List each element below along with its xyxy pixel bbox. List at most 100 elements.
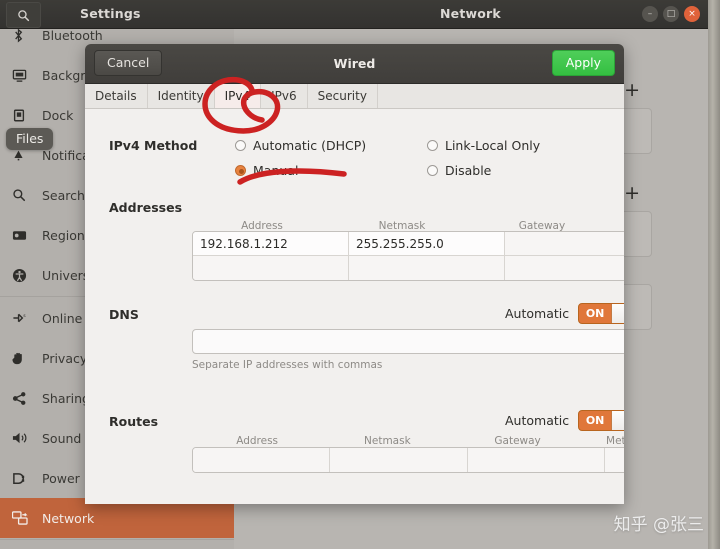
online-accounts-icon: s [12,311,38,325]
sidebar-item-network[interactable]: Network [0,498,234,538]
speaker-icon [12,431,38,445]
radio-manual[interactable]: Manual [235,158,366,183]
window-titlebar: Settings Network – □ × [0,0,708,29]
radio-circle-icon [235,165,246,176]
toggle-state-label: ON [585,307,605,320]
dns-section-title: DNS [109,307,139,322]
toggle-state-label: ON [585,414,605,427]
route-metric-input[interactable] [605,448,624,472]
desktop-right-strip [708,0,720,549]
power-plug-icon [12,471,38,486]
network-panel-title: Network [440,6,501,21]
table-row[interactable]: ✕ [193,448,624,472]
routes-automatic-label: Automatic [505,413,570,428]
toggle-knob [611,411,624,430]
sidebar-item-label: Search [42,187,85,203]
radio-label: Link-Local Only [445,138,541,153]
routes-column-headers: Address Netmask Gateway Metric [192,435,624,447]
routes-automatic-toggle[interactable]: ON [578,410,624,431]
sidebar-item-label: Power [42,470,80,486]
settings-window-title: Settings [80,6,141,21]
sidebar-item-label: Dock [42,107,74,123]
search-icon [12,188,38,202]
dns-automatic-label: Automatic [505,306,570,321]
tab-security[interactable]: Security [308,84,378,108]
background-icon [12,68,38,83]
toggle-knob [611,304,624,323]
addresses-section-title: Addresses [109,200,183,215]
netmask-input[interactable]: 255.255.255.0 [349,232,505,255]
ipv4-method-label: IPv4 Method [109,138,198,153]
address-input[interactable] [193,256,349,280]
svg-text:s: s [23,314,26,319]
column-header-metric: Metric [606,435,624,447]
search-button[interactable] [6,2,41,28]
netmask-input[interactable] [349,256,505,280]
sidebar-item-label: Sound [42,430,82,446]
ipv4-method-column-left: Automatic (DHCP) Manual [235,133,366,183]
tab-ipv4[interactable]: IPv4 [214,84,262,108]
close-button[interactable]: × [684,6,700,22]
radio-disable[interactable]: Disable [427,158,540,183]
gateway-input[interactable] [505,256,624,280]
add-wired-button[interactable]: + [624,81,640,100]
tab-details[interactable]: Details [85,84,148,108]
radio-circle-icon [235,140,246,151]
radio-label: Manual [253,163,299,178]
routes-automatic-toggle-wrap: Automatic ON [505,410,624,431]
radio-label: Disable [445,163,492,178]
radio-label: Automatic (DHCP) [253,138,367,153]
window-controls: – □ × [642,6,700,22]
search-icon [18,9,30,21]
table-row[interactable]: ✕ [193,256,624,280]
accessibility-icon [12,268,38,283]
radio-circle-icon [427,140,438,151]
sidebar-item-label: Network [42,510,95,526]
radio-automatic-dhcp[interactable]: Automatic (DHCP) [235,133,366,158]
share-icon [12,391,38,406]
column-header-netmask: Netmask [364,435,411,447]
dns-hint-text: Separate IP addresses with commas [192,359,383,371]
column-header-gateway: Gateway [494,435,541,447]
privacy-hand-icon [12,351,38,366]
sidebar-item-partial[interactable] [0,541,234,549]
routes-table: ✕ [192,447,624,473]
files-tooltip: Files [6,128,54,150]
radio-circle-icon [427,165,438,176]
sidebar-divider [0,539,234,540]
gateway-input[interactable] [505,232,624,255]
settings-window: Settings Network – □ × Bluetooth Backgro… [0,0,708,549]
region-icon [12,229,38,242]
network-icon [12,511,38,525]
routes-section-title: Routes [109,414,159,429]
watermark-text: 知乎 @张三 [613,515,704,535]
ipv4-method-column-right: Link-Local Only Disable [427,133,540,183]
sidebar-item-label: Privacy [42,350,88,366]
route-gateway-input[interactable] [467,448,606,472]
column-header-address: Address [236,435,279,447]
dialog-title: Wired [333,56,376,71]
address-input[interactable]: 192.168.1.212 [193,232,349,255]
dialog-tabbar: Details Identity IPv4 IPv6 Security [85,84,624,109]
apply-button[interactable]: Apply [551,50,615,76]
sidebar-item-label: Bluetooth [42,29,103,43]
dns-automatic-toggle-wrap: Automatic ON [505,303,624,324]
route-address-input[interactable] [193,448,331,472]
tab-ipv6[interactable]: IPv6 [261,84,308,108]
sidebar-item-label: Sharing [42,390,90,406]
maximize-button[interactable]: □ [663,6,679,22]
bluetooth-icon [12,29,38,43]
dialog-header: Cancel Wired Apply [85,44,624,84]
dns-servers-input[interactable] [192,329,624,354]
tab-identity[interactable]: Identity [148,84,215,108]
dialog-body: IPv4 Method Automatic (DHCP) Manual Link… [85,109,624,504]
add-vpn-button[interactable]: + [624,184,640,203]
radio-link-local-only[interactable]: Link-Local Only [427,133,540,158]
dns-automatic-toggle[interactable]: ON [578,303,624,324]
table-row[interactable]: 192.168.1.212 255.255.255.0 ✕ [193,232,624,256]
route-netmask-input[interactable] [330,448,468,472]
minimize-button[interactable]: – [642,6,658,22]
addresses-table: 192.168.1.212 255.255.255.0 ✕ ✕ [192,231,624,281]
dock-icon [12,108,38,123]
sidebar-item-label: Region [42,227,85,243]
